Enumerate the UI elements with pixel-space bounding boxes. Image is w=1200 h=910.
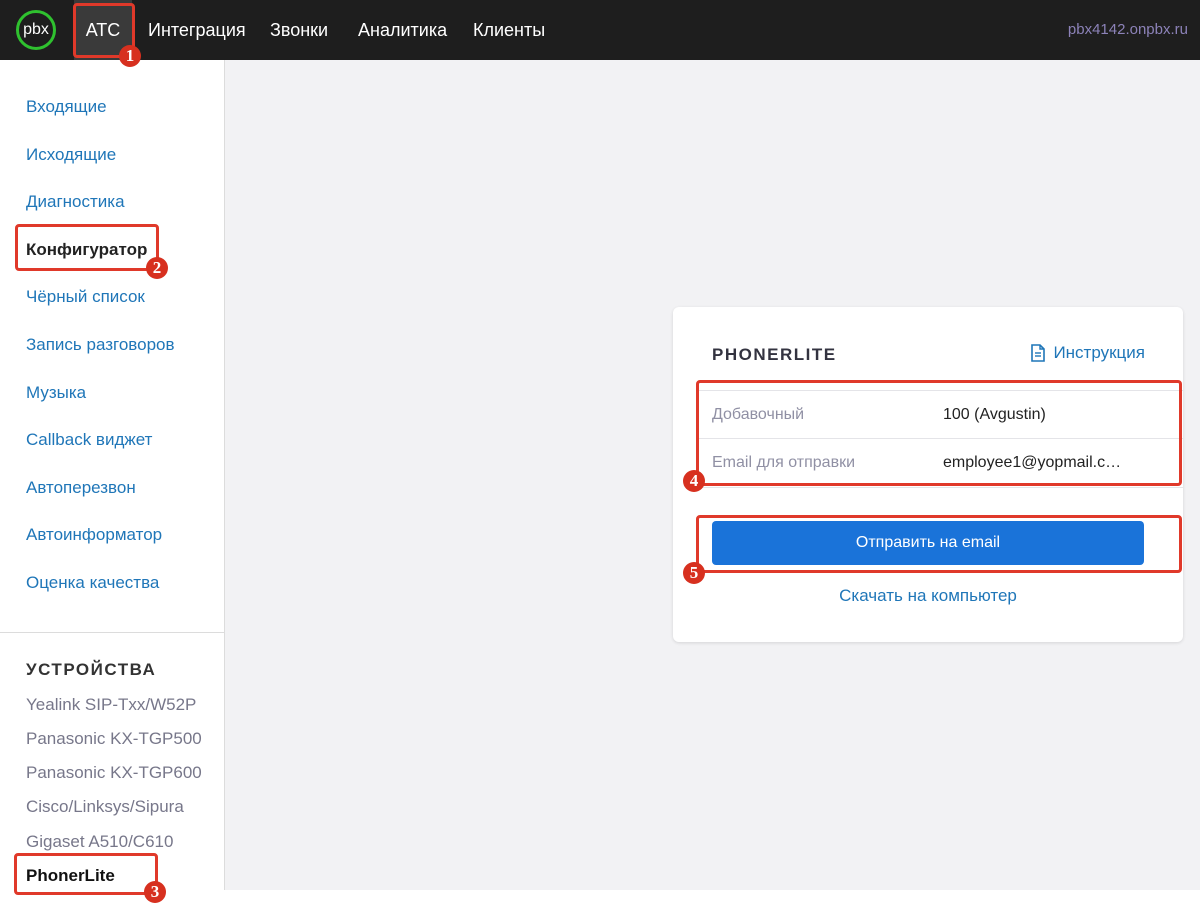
- instruction-label: Инструкция: [1053, 343, 1145, 362]
- annotation-box-4: [696, 380, 1182, 486]
- sidebar-item-outgoing[interactable]: Исходящие: [26, 145, 116, 165]
- sidebar-divider: [0, 632, 224, 633]
- nav-calls[interactable]: Звонки: [270, 0, 328, 60]
- sidebar-item-diagnostics[interactable]: Диагностика: [26, 192, 125, 212]
- annotation-box-5: [696, 515, 1182, 573]
- device-item-panasonic-tgp500[interactable]: Panasonic KX-TGP500: [26, 729, 202, 749]
- nav-integration[interactable]: Интеграция: [148, 0, 246, 60]
- sidebar-item-incoming[interactable]: Входящие: [26, 97, 107, 117]
- account-domain[interactable]: pbx4142.onpbx.ru: [1068, 0, 1188, 60]
- nav-analytics[interactable]: Аналитика: [358, 0, 447, 60]
- annotation-badge-1: 1: [119, 45, 141, 67]
- document-icon: [1031, 344, 1046, 362]
- row-divider: [696, 487, 1183, 488]
- sidebar-item-blacklist[interactable]: Чёрный список: [26, 287, 145, 307]
- device-item-panasonic-tgp600[interactable]: Panasonic KX-TGP600: [26, 763, 202, 783]
- instruction-link[interactable]: Инструкция: [1031, 343, 1145, 363]
- download-link[interactable]: Скачать на компьютер: [673, 586, 1183, 606]
- devices-heading: УСТРОЙСТВА: [26, 660, 157, 679]
- card-title: PHONERLITE: [712, 345, 837, 364]
- annotation-box-2: [15, 224, 159, 271]
- sidebar-item-call-recording[interactable]: Запись разговоров: [26, 335, 175, 355]
- annotation-badge-2: 2: [146, 257, 168, 279]
- nav-clients[interactable]: Клиенты: [473, 0, 545, 60]
- top-navbar: pbx АТС Интеграция Звонки Аналитика Клие…: [0, 0, 1200, 60]
- annotation-badge-4: 4: [683, 470, 705, 492]
- sidebar-item-autoredial[interactable]: Автоперезвон: [26, 478, 136, 498]
- device-item-yealink[interactable]: Yealink SIP-Txx/W52P: [26, 695, 196, 715]
- sidebar-item-callback-widget[interactable]: Callback виджет: [26, 430, 152, 450]
- device-item-cisco[interactable]: Cisco/Linksys/Sipura: [26, 797, 184, 817]
- device-item-gigaset[interactable]: Gigaset A510/C610: [26, 832, 173, 852]
- annotation-badge-3: 3: [144, 881, 166, 903]
- pbx-logo[interactable]: pbx: [16, 10, 56, 50]
- sidebar: Входящие Исходящие Диагностика Конфигура…: [0, 60, 225, 890]
- sidebar-item-quality-rating[interactable]: Оценка качества: [26, 573, 159, 593]
- sidebar-item-autoinformer[interactable]: Автоинформатор: [26, 525, 162, 545]
- annotation-badge-5: 5: [683, 562, 705, 584]
- sidebar-item-music[interactable]: Музыка: [26, 383, 86, 403]
- annotation-box-3: [14, 853, 158, 895]
